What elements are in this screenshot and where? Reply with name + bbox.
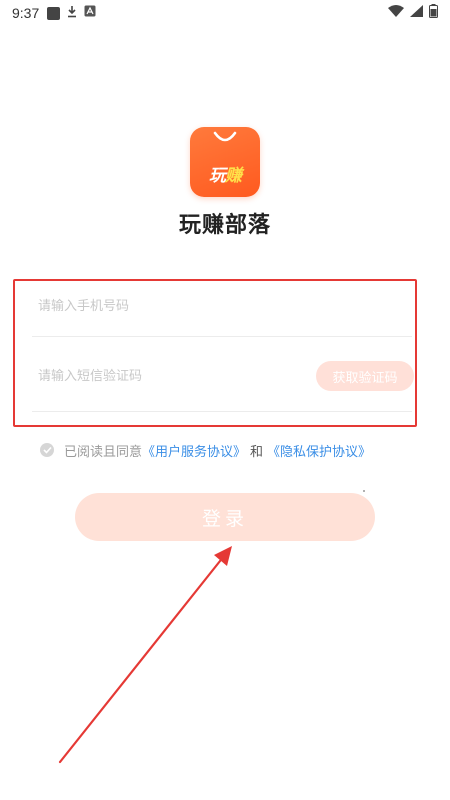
agreement-prefix: 已阅读且同意 <box>64 444 143 460</box>
get-code-button[interactable]: 获取验证码 <box>316 361 414 391</box>
phone-input[interactable] <box>32 280 412 332</box>
app-logo: 玩赚 <box>190 127 260 197</box>
logo-text-part1: 玩 <box>209 166 226 186</box>
agreement-checkbox[interactable] <box>40 443 54 457</box>
notification-square-icon <box>47 6 61 20</box>
logo-text: 玩赚 <box>190 161 260 186</box>
download-icon <box>66 5 78 22</box>
logo-text-part2: 赚 <box>225 166 242 186</box>
app-name: 玩赚部落 <box>178 213 271 238</box>
battery-icon <box>429 4 438 22</box>
a-badge-icon <box>84 5 96 21</box>
smile-icon <box>213 131 237 142</box>
status-bar: 9:37 <box>0 0 450 26</box>
stray-dot <box>363 490 365 492</box>
status-time: 9:37 <box>12 5 40 21</box>
user-agreement-link[interactable]: 《用户服务协议》 <box>142 441 246 460</box>
agreement-row: 已阅读且同意 《用户服务协议》 和 《隐私保护协议》 <box>40 440 371 460</box>
code-divider <box>32 411 412 412</box>
agreement-and: 和 <box>250 444 264 460</box>
status-right-group <box>388 4 438 22</box>
wifi-icon <box>388 5 404 21</box>
login-button[interactable]: 登录 <box>75 493 375 541</box>
signal-icon <box>410 5 423 21</box>
check-icon <box>42 446 52 454</box>
privacy-agreement-link[interactable]: 《隐私保护协议》 <box>267 441 371 460</box>
phone-divider <box>32 336 412 337</box>
phone-field[interactable] <box>32 280 412 332</box>
